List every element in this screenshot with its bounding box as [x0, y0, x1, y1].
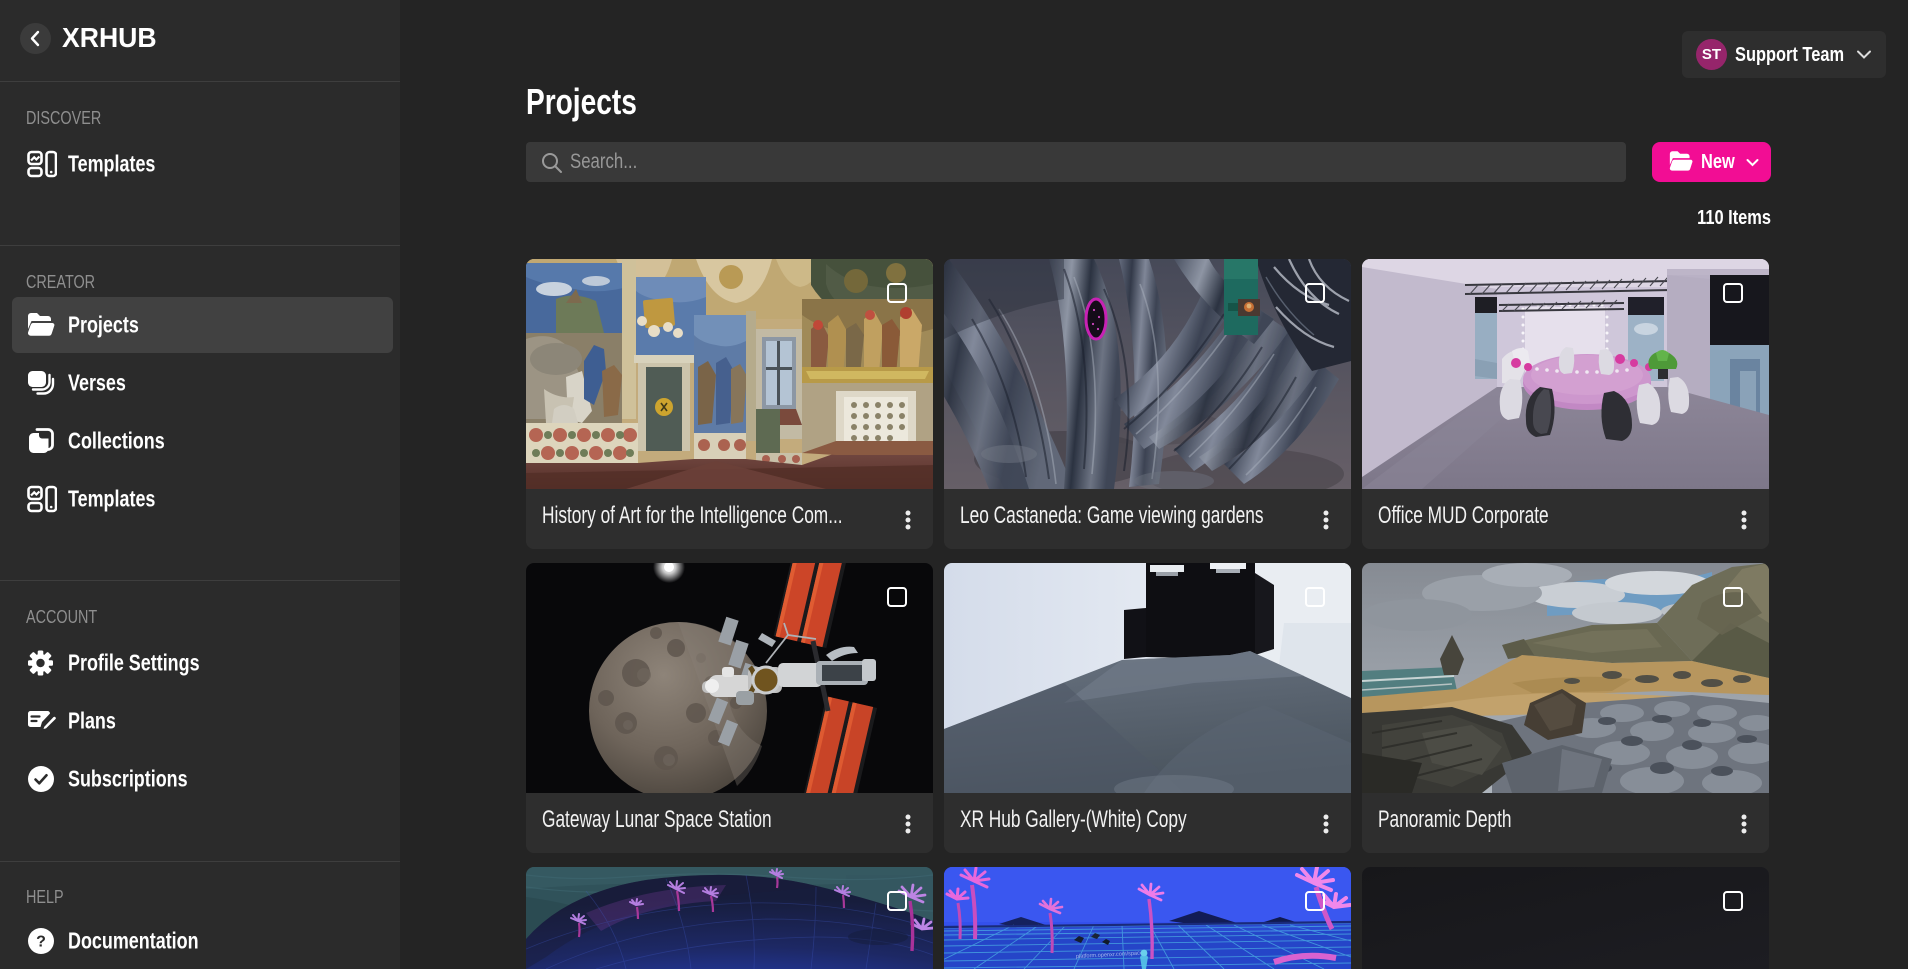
svg-text:?: ?	[36, 934, 46, 951]
